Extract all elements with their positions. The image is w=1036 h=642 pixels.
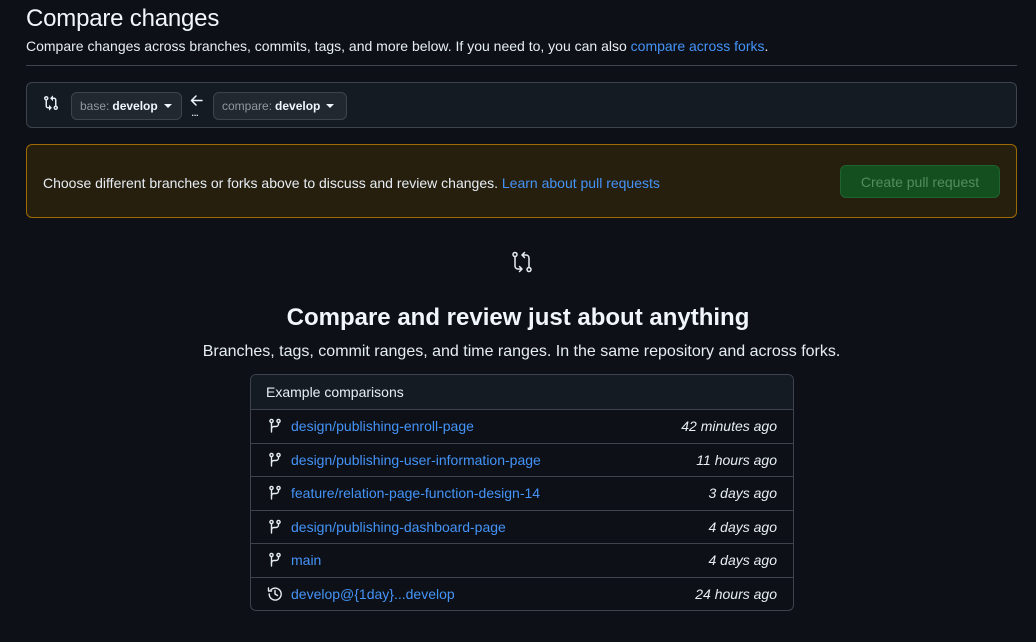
learn-pull-requests-link[interactable]: Learn about pull requests xyxy=(502,175,660,191)
list-item[interactable]: develop@{1day}...develop 24 hours ago xyxy=(251,578,793,611)
comparison-link[interactable]: design/publishing-enroll-page xyxy=(291,418,681,434)
comparison-link[interactable]: main xyxy=(291,552,709,568)
flash-message: Choose different branches or forks above… xyxy=(43,175,502,191)
list-item[interactable]: design/publishing-user-information-page … xyxy=(251,444,793,477)
comparison-link[interactable]: design/publishing-user-information-page xyxy=(291,452,696,468)
flash-text: Choose different branches or forks above… xyxy=(43,175,660,191)
history-icon xyxy=(267,587,282,602)
comparison-link[interactable]: feature/relation-page-function-design-14 xyxy=(291,485,709,501)
git-branch-icon xyxy=(269,418,281,433)
page-title: Compare changes xyxy=(26,5,220,32)
flash-notice: Choose different branches or forks above… xyxy=(26,144,1017,218)
comparison-time: 4 days ago xyxy=(708,552,778,569)
git-compare-icon xyxy=(44,95,59,111)
git-branch-icon xyxy=(269,519,281,534)
comparison-time: 3 days ago xyxy=(708,485,778,502)
comparison-time: 4 days ago xyxy=(708,518,778,535)
git-branch-icon xyxy=(269,452,281,467)
range-dots: ... xyxy=(191,105,199,119)
header-divider xyxy=(26,65,1017,66)
base-branch-button[interactable]: base: develop xyxy=(71,92,182,120)
create-pull-request-button[interactable]: Create pull request xyxy=(840,165,1000,198)
compare-branch-value: develop xyxy=(275,99,321,113)
compare-across-forks-link[interactable]: compare across forks xyxy=(631,38,765,54)
range-editor: base: develop ... compare: develop xyxy=(26,82,1017,128)
comparison-time: 11 hours ago xyxy=(696,451,777,468)
caret-down-icon xyxy=(163,104,172,108)
page-subtitle-text: Compare changes across branches, commits… xyxy=(26,38,631,54)
list-item[interactable]: design/publishing-dashboard-page 4 days … xyxy=(251,511,793,544)
caret-down-icon xyxy=(326,104,335,108)
list-item[interactable]: feature/relation-page-function-design-14… xyxy=(251,477,793,511)
list-item[interactable]: design/publishing-enroll-page 42 minutes… xyxy=(251,410,793,444)
git-compare-icon xyxy=(512,251,532,273)
compare-branch-label: compare: xyxy=(222,99,273,113)
list-item[interactable]: main 4 days ago xyxy=(251,544,793,578)
compare-branch-button[interactable]: compare: develop xyxy=(213,92,347,120)
base-branch-value: develop xyxy=(112,99,158,113)
page-subtitle-end: . xyxy=(764,38,769,54)
base-branch-label: base: xyxy=(80,99,110,113)
comparison-time: 42 minutes ago xyxy=(681,418,777,435)
comparison-time: 24 hours ago xyxy=(695,586,777,603)
page-subtitle: Compare changes across branches, commits… xyxy=(26,38,768,54)
blankslate-title: Compare and review just about anything xyxy=(286,304,750,331)
comparison-link[interactable]: develop@{1day}...develop xyxy=(291,586,695,602)
git-branch-icon xyxy=(269,552,281,567)
example-comparisons-header: Example comparisons xyxy=(251,375,793,410)
git-branch-icon xyxy=(269,485,281,500)
comparison-link[interactable]: design/publishing-dashboard-page xyxy=(291,519,709,535)
blankslate-description: Branches, tags, commit ranges, and time … xyxy=(202,343,841,360)
example-comparisons: Example comparisons design/publishing-en… xyxy=(250,374,794,611)
